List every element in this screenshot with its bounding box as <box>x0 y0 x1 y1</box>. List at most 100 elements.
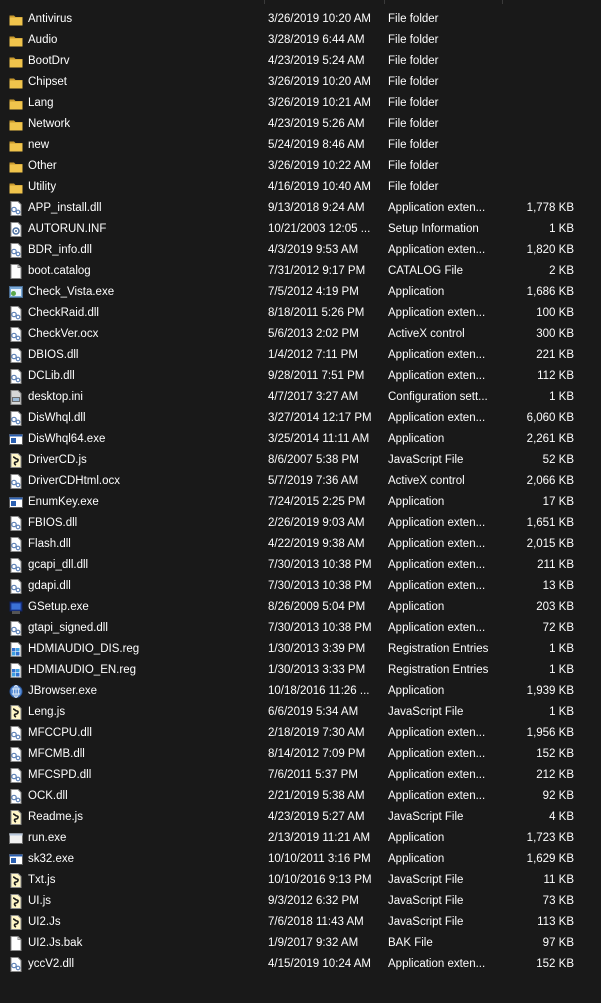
file-row[interactable]: Antivirus 3/26/2019 10:20 AM File folder <box>0 9 601 30</box>
file-row[interactable]: UI2.Js.bak 1/9/2017 9:32 AM BAK File 97 … <box>0 933 601 954</box>
file-row[interactable]: yccV2.dll 4/15/2019 10:24 AM Application… <box>0 954 601 975</box>
file-type: JavaScript File <box>388 454 464 466</box>
file-row[interactable]: DCLib.dll 9/28/2011 7:51 PM Application … <box>0 366 601 387</box>
dll-icon <box>9 768 23 783</box>
file-name: DriverCDHtml.ocx <box>28 475 120 487</box>
file-type: Application <box>388 433 445 445</box>
file-size: 2,066 KB <box>526 475 574 487</box>
file-type: Setup Information <box>388 223 479 235</box>
reg-icon <box>9 663 23 678</box>
file-name: Leng.js <box>28 706 66 718</box>
file-row[interactable]: CheckVer.ocx 5/6/2013 2:02 PM ActiveX co… <box>0 324 601 345</box>
file-row[interactable]: sk32.exe 10/10/2011 3:16 PM Application … <box>0 849 601 870</box>
file-row[interactable]: Flash.dll 4/22/2019 9:38 AM Application … <box>0 534 601 555</box>
file-row[interactable]: gdapi.dll 7/30/2013 10:38 PM Application… <box>0 576 601 597</box>
file-date-modified: 7/6/2011 5:37 PM <box>268 769 358 781</box>
file-date-modified: 3/26/2019 10:20 AM <box>268 76 371 88</box>
file-date-modified: 3/26/2019 10:22 AM <box>268 160 371 172</box>
file-date-modified: 4/22/2019 9:38 AM <box>268 538 365 550</box>
file-name: AUTORUN.INF <box>28 223 107 235</box>
file-size: 92 KB <box>542 790 574 802</box>
file-type: JavaScript File <box>388 895 464 907</box>
file-row[interactable]: Check_Vista.exe 7/5/2012 4:19 PM Applica… <box>0 282 601 303</box>
file-row[interactable]: run.exe 2/13/2019 11:21 AM Application 1… <box>0 828 601 849</box>
file-row[interactable]: Other 3/26/2019 10:22 AM File folder <box>0 156 601 177</box>
file-date-modified: 7/30/2013 10:38 PM <box>268 559 372 571</box>
file-row[interactable]: GSetup.exe 8/26/2009 5:04 PM Application… <box>0 597 601 618</box>
file-row[interactable]: BDR_info.dll 4/3/2019 9:53 AM Applicatio… <box>0 240 601 261</box>
column-separator[interactable] <box>384 0 385 4</box>
file-name: Flash.dll <box>28 538 71 550</box>
file-row[interactable]: Readme.js 4/23/2019 5:27 AM JavaScript F… <box>0 807 601 828</box>
file-row[interactable]: Lang 3/26/2019 10:21 AM File folder <box>0 93 601 114</box>
file-type: Application exten... <box>388 958 486 970</box>
file-row[interactable]: DriverCD.js 8/6/2007 5:38 PM JavaScript … <box>0 450 601 471</box>
file-date-modified: 4/15/2019 10:24 AM <box>268 958 371 970</box>
file-type: Application exten... <box>388 790 486 802</box>
file-size: 113 KB <box>537 916 574 928</box>
file-row[interactable]: Leng.js 6/6/2019 5:34 AM JavaScript File… <box>0 702 601 723</box>
file-size: 152 KB <box>536 958 574 970</box>
file-size: 1,723 KB <box>526 832 574 844</box>
file-name: new <box>28 139 50 151</box>
file-row[interactable]: new 5/24/2019 8:46 AM File folder <box>0 135 601 156</box>
file-row[interactable]: MFCSPD.dll 7/6/2011 5:37 PM Application … <box>0 765 601 786</box>
file-row[interactable]: Network 4/23/2019 5:26 AM File folder <box>0 114 601 135</box>
file-row[interactable]: gcapi_dll.dll 7/30/2013 10:38 PM Applica… <box>0 555 601 576</box>
file-row[interactable]: Audio 3/28/2019 6:44 AM File folder <box>0 30 601 51</box>
file-name: BootDrv <box>28 55 70 67</box>
file-row[interactable]: DBIOS.dll 1/4/2012 7:11 PM Application e… <box>0 345 601 366</box>
file-row[interactable]: CheckRaid.dll 8/18/2011 5:26 PM Applicat… <box>0 303 601 324</box>
file-name: CheckRaid.dll <box>28 307 99 319</box>
file-date-modified: 9/13/2018 9:24 AM <box>268 202 365 214</box>
file-date-modified: 5/7/2019 7:36 AM <box>268 475 359 487</box>
file-date-modified: 4/23/2019 5:27 AM <box>268 811 365 823</box>
file-row[interactable]: HDMIAUDIO_DIS.reg 1/30/2013 3:39 PM Regi… <box>0 639 601 660</box>
file-row[interactable]: AUTORUN.INF 10/21/2003 12:05 ... Setup I… <box>0 219 601 240</box>
file-date-modified: 3/25/2014 11:11 AM <box>268 433 370 445</box>
file-row[interactable]: OCK.dll 2/21/2019 5:38 AM Application ex… <box>0 786 601 807</box>
file-name: UI2.Js <box>28 916 61 928</box>
file-row[interactable]: JBrowser.exe 10/18/2016 11:26 ... Applic… <box>0 681 601 702</box>
file-row[interactable]: BootDrv 4/23/2019 5:24 AM File folder <box>0 51 601 72</box>
file-row[interactable]: FBIOS.dll 2/26/2019 9:03 AM Application … <box>0 513 601 534</box>
file-row[interactable]: UI2.Js 7/6/2018 11:43 AM JavaScript File… <box>0 912 601 933</box>
file-row[interactable]: APP_install.dll 9/13/2018 9:24 AM Applic… <box>0 198 601 219</box>
blank-exe-icon <box>9 831 23 846</box>
file-date-modified: 7/31/2012 9:17 PM <box>268 265 366 277</box>
exe-icon <box>9 852 23 867</box>
file-size: 1,629 KB <box>526 853 574 865</box>
file-row[interactable]: DisWhql64.exe 3/25/2014 11:11 AM Applica… <box>0 429 601 450</box>
file-name: HDMIAUDIO_DIS.reg <box>28 643 140 655</box>
file-name: DCLib.dll <box>28 370 75 382</box>
reg-icon <box>9 642 23 657</box>
file-size: 72 KB <box>542 622 574 634</box>
file-row[interactable]: EnumKey.exe 7/24/2015 2:25 PM Applicatio… <box>0 492 601 513</box>
file-row[interactable]: DisWhql.dll 3/27/2014 12:17 PM Applicati… <box>0 408 601 429</box>
file-row[interactable]: DriverCDHtml.ocx 5/7/2019 7:36 AM Active… <box>0 471 601 492</box>
column-separator[interactable] <box>502 0 503 4</box>
file-row[interactable]: Txt.js 10/10/2016 9:13 PM JavaScript Fil… <box>0 870 601 891</box>
file-name: EnumKey.exe <box>28 496 99 508</box>
file-row[interactable]: MFCMB.dll 8/14/2012 7:09 PM Application … <box>0 744 601 765</box>
file-row[interactable]: MFCCPU.dll 2/18/2019 7:30 AM Application… <box>0 723 601 744</box>
file-date-modified: 3/27/2014 12:17 PM <box>268 412 372 424</box>
file-size: 152 KB <box>536 748 574 760</box>
column-separator[interactable] <box>264 0 265 4</box>
js-icon <box>9 705 23 720</box>
file-type: Application exten... <box>388 727 486 739</box>
file-name: gdapi.dll <box>28 580 71 592</box>
file-size: 1,686 KB <box>526 286 574 298</box>
file-row[interactable]: HDMIAUDIO_EN.reg 1/30/2013 3:33 PM Regis… <box>0 660 601 681</box>
file-row[interactable]: UI.js 9/3/2012 6:32 PM JavaScript File 7… <box>0 891 601 912</box>
file-type: Application exten... <box>388 202 486 214</box>
file-row[interactable]: Utility 4/16/2019 10:40 AM File folder <box>0 177 601 198</box>
file-row[interactable]: Chipset 3/26/2019 10:20 AM File folder <box>0 72 601 93</box>
file-size: 1 KB <box>549 223 574 235</box>
file-row[interactable]: gtapi_signed.dll 7/30/2013 10:38 PM Appl… <box>0 618 601 639</box>
file-name: DisWhql64.exe <box>28 433 106 445</box>
file-date-modified: 1/9/2017 9:32 AM <box>268 937 359 949</box>
file-row[interactable]: boot.catalog 7/31/2012 9:17 PM CATALOG F… <box>0 261 601 282</box>
file-row[interactable]: desktop.ini 4/7/2017 3:27 AM Configurati… <box>0 387 601 408</box>
file-icon <box>9 264 23 279</box>
